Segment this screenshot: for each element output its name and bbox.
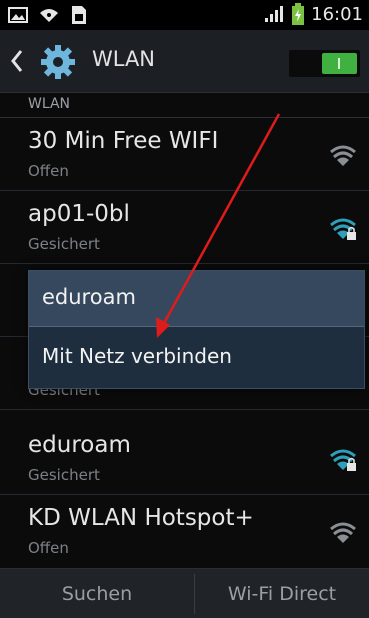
- menu-item-label: Mit Netz verbinden: [42, 344, 232, 368]
- scan-button[interactable]: Suchen: [0, 569, 194, 618]
- section-header: WLAN: [0, 93, 369, 118]
- network-item[interactable]: eduroam Gesichert: [0, 422, 369, 495]
- network-status: Gesichert: [28, 466, 100, 484]
- network-item[interactable]: 30 Min Free WIFI Offen: [0, 118, 369, 191]
- image-icon: [8, 7, 28, 23]
- wifi-status-icon: [40, 9, 58, 22]
- clock: 16:01: [311, 3, 363, 25]
- wifi-signal-icon: [330, 145, 356, 166]
- wlan-toggle[interactable]: [289, 50, 360, 77]
- network-item[interactable]: KD WLAN Hotspot+ Offen: [0, 495, 369, 567]
- network-status: Offen: [28, 162, 69, 180]
- page-title: WLAN: [92, 47, 156, 71]
- wifi-direct-button-label: Wi-Fi Direct: [227, 582, 337, 605]
- bottom-bar: Suchen Wi-Fi Direct: [0, 568, 369, 618]
- status-left-icons: [8, 5, 88, 25]
- network-name: ap01-0bl: [28, 201, 130, 227]
- dialog-title: eduroam: [42, 285, 136, 309]
- wifi-secured-icon: [330, 449, 356, 471]
- action-bar: WLAN: [0, 30, 369, 93]
- network-name: eduroam: [28, 432, 131, 458]
- network-name: KD WLAN Hotspot+: [28, 505, 254, 531]
- wifi-direct-button[interactable]: Wi-Fi Direct: [195, 569, 369, 618]
- status-right: 16:01: [263, 3, 363, 25]
- settings-gear-icon[interactable]: [38, 44, 78, 80]
- section-label: WLAN: [28, 96, 71, 112]
- status-bar: 16:01: [0, 0, 369, 30]
- scan-button-label: Suchen: [61, 582, 133, 605]
- wifi-signal-icon: [330, 522, 356, 543]
- battery-icon: [292, 3, 305, 25]
- network-status: Offen: [28, 539, 69, 557]
- sim-icon: [72, 6, 86, 24]
- toggle-knob: [322, 53, 357, 74]
- connect-network-menu-item[interactable]: Mit Netz verbinden: [29, 328, 364, 386]
- wifi-secured-icon: [330, 218, 356, 240]
- back-icon[interactable]: [10, 47, 24, 75]
- network-name: 30 Min Free WIFI: [28, 128, 219, 154]
- context-menu-dialog: eduroam Mit Netz verbinden: [28, 270, 365, 389]
- signal-icon: [265, 6, 284, 22]
- dialog-title-bar: eduroam: [29, 271, 364, 327]
- network-status: Gesichert: [28, 235, 100, 253]
- network-item[interactable]: ap01-0bl Gesichert: [0, 191, 369, 264]
